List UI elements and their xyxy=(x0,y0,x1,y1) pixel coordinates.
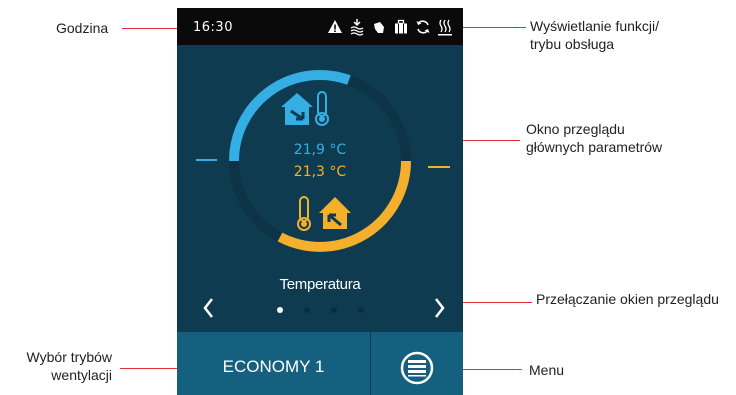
callout-time: Godzina xyxy=(56,20,109,36)
warning-icon[interactable] xyxy=(327,18,343,36)
menu-button[interactable] xyxy=(371,332,463,395)
callout-mode-select-line1: Wybór trybów xyxy=(26,349,112,365)
callout-function-display-line2: trybu obsługa xyxy=(530,36,615,52)
outdoor-house-icon xyxy=(319,197,351,229)
suitcase-icon[interactable] xyxy=(393,18,409,36)
ventilation-mode-label: ECONOMY 1 xyxy=(222,356,325,376)
callout-function-display: Wyświetlanie funkcji/ trybu obsługa xyxy=(530,17,659,53)
clock: 16:30 xyxy=(193,20,233,35)
callout-overview-window: Okno przeglądu głównych parametrów xyxy=(526,120,662,156)
overview-title: Temperatura xyxy=(279,276,361,293)
heating-coil-icon[interactable] xyxy=(349,18,365,36)
hand-manual-icon[interactable] xyxy=(371,18,387,36)
leader-line-time xyxy=(122,28,182,29)
previous-overview-button[interactable] xyxy=(197,293,221,323)
status-bar: 16:30 xyxy=(177,8,463,45)
menu-list-icon xyxy=(400,351,434,385)
callout-menu: Menu xyxy=(529,362,565,378)
outdoor-thermometer-icon xyxy=(297,196,311,231)
callout-switch-windows: Przełączanie okien przeglądu xyxy=(536,291,719,307)
bottom-bar: ECONOMY 1 xyxy=(177,332,463,395)
callout-mode-select: Wybór trybów wentylacji xyxy=(20,348,112,384)
callout-overview-window-line2: głównych parametrów xyxy=(526,139,663,155)
leader-line-mode-select xyxy=(120,368,182,369)
page-dot-1[interactable] xyxy=(277,307,283,313)
indoor-temperature-value: 21,9 °C xyxy=(293,142,347,158)
page-dot-2[interactable] xyxy=(304,307,310,313)
callout-mode-select-line2: wentylacji xyxy=(51,367,112,383)
page-indicator xyxy=(273,307,373,317)
outdoor-temperature-value: 21,3 °C xyxy=(293,164,347,180)
indoor-thermometer-icon xyxy=(315,91,329,126)
page-dot-3[interactable] xyxy=(331,307,337,313)
controller-screen: 16:30 21,9 °C 21,3 °C Temperatura ECONOM… xyxy=(177,8,463,395)
callout-overview-window-line1: Okno przeglądu xyxy=(526,121,625,137)
ventilation-mode-button[interactable]: ECONOMY 1 xyxy=(177,332,370,395)
chevron-right-icon xyxy=(435,298,445,318)
next-overview-button[interactable] xyxy=(427,293,451,323)
indoor-marker xyxy=(196,159,217,161)
status-icons xyxy=(327,14,453,40)
chevron-left-icon xyxy=(203,298,213,318)
callout-function-display-line1: Wyświetlanie funkcji/ xyxy=(530,18,660,34)
indoor-house-icon xyxy=(281,93,313,125)
heater-icon[interactable] xyxy=(437,18,453,36)
sync-icon[interactable] xyxy=(415,18,431,36)
page-dot-4[interactable] xyxy=(358,307,364,313)
